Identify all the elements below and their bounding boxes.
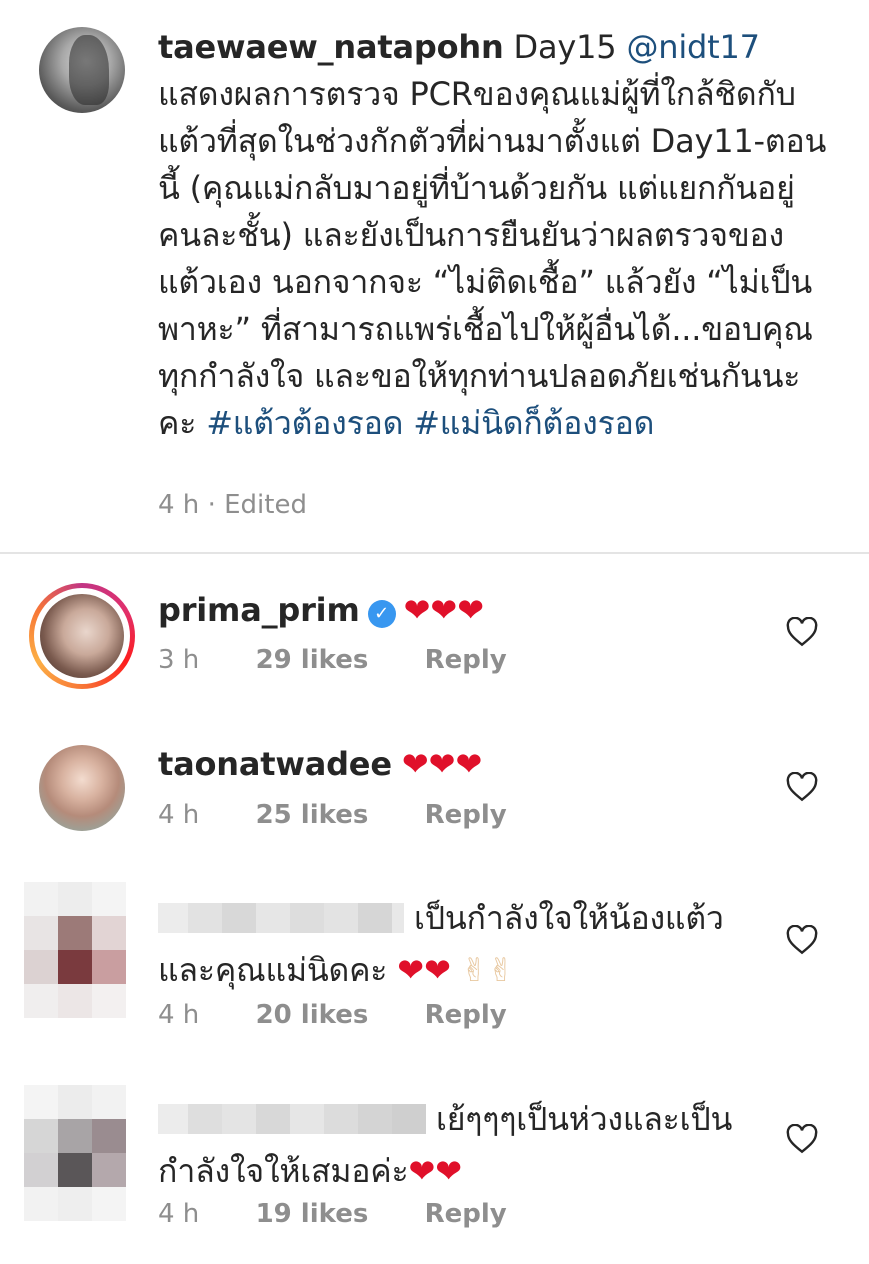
comment-hearts: ❤❤: [397, 951, 451, 989]
heart-outline-icon[interactable]: [786, 925, 818, 955]
heart-outline-icon[interactable]: [786, 1124, 818, 1154]
comment-username[interactable]: prima_prim: [158, 591, 360, 629]
comment-likes[interactable]: 29 likes: [256, 645, 369, 675]
avatar: [40, 594, 124, 678]
caption-day: Day15: [513, 28, 617, 66]
comment-meta: 3 h 29 likes Reply: [158, 645, 507, 675]
comment-meta: 4 h 19 likes Reply: [158, 1199, 507, 1229]
caption-body: แสดงผลการตรวจ PCRของคุณแม่ผู้ที่ใกล้ชิดก…: [158, 75, 827, 442]
hashtag-link-2[interactable]: #แม่นิดก็ต้องรอด: [413, 404, 654, 442]
comment-time: 4 h: [158, 1199, 200, 1229]
comment-hearts: ❤❤❤: [403, 591, 485, 629]
comment-line-1: เย้ๆๆๆเป็นห่วงและเป็น: [435, 1100, 733, 1138]
comment-text: เป็นกำลังใจให้น้องแต้ว และคุณแม่นิดคะ ❤❤…: [158, 892, 768, 996]
comment-time: 4 h: [158, 800, 200, 830]
reply-button[interactable]: Reply: [425, 645, 507, 675]
reply-button[interactable]: Reply: [425, 800, 507, 830]
caption-edited: Edited: [224, 490, 307, 520]
comment-hearts: ❤❤: [408, 1152, 463, 1190]
comment-text: taonatwadee ❤❤❤: [158, 738, 768, 790]
reply-button[interactable]: Reply: [425, 1000, 507, 1030]
divider: [0, 552, 869, 554]
caption-text: taewaew_natapohn Day15 @nidt17 แสดงผลการ…: [158, 24, 838, 447]
caption-separator: ·: [207, 490, 216, 520]
comment-line-1: เป็นกำลังใจให้น้องแต้ว: [413, 899, 724, 937]
comment-meta: 4 h 20 likes Reply: [158, 1000, 507, 1030]
username-redacted: [158, 896, 404, 933]
comment-username[interactable]: taonatwadee: [158, 745, 392, 783]
username-redacted: [158, 1097, 426, 1134]
caption-time: 4 h: [158, 490, 200, 520]
comment-time: 3 h: [158, 645, 200, 675]
caption-meta: 4 h · Edited: [158, 490, 307, 520]
heart-outline-icon[interactable]: [786, 772, 818, 802]
post-caption: taewaew_natapohn Day15 @nidt17 แสดงผลการ…: [0, 0, 869, 552]
comment-line-2: และคุณแม่นิดคะ: [158, 951, 388, 989]
comment-likes[interactable]: 20 likes: [256, 1000, 369, 1030]
comment-meta: 4 h 25 likes Reply: [158, 800, 507, 830]
comment-likes[interactable]: 25 likes: [256, 800, 369, 830]
avatar-pixelated[interactable]: [24, 1085, 126, 1221]
heart-outline-icon[interactable]: [786, 617, 818, 647]
avatar[interactable]: [39, 745, 125, 831]
caption-mention[interactable]: @nidt17: [626, 28, 760, 66]
comment-hearts: ❤❤❤: [401, 745, 483, 783]
avatar-pixelated[interactable]: [24, 882, 126, 1018]
caption-avatar[interactable]: [39, 27, 125, 113]
caption-username[interactable]: taewaew_natapohn: [158, 28, 504, 66]
reply-button[interactable]: Reply: [425, 1199, 507, 1229]
comment-line-2: กำลังใจให้เสมอค่ะ: [158, 1152, 409, 1190]
verified-badge-icon: ✓: [367, 600, 396, 628]
comment-text: เย้ๆๆๆเป็นห่วงและเป็น กำลังใจให้เสมอค่ะ❤…: [158, 1093, 768, 1197]
story-ring-avatar[interactable]: [29, 583, 135, 689]
hashtag-link-1[interactable]: #แต้วต้องรอด: [206, 404, 403, 442]
victory-hand-icon: ✌✌: [460, 951, 515, 989]
comment-text: prima_prim ✓ ❤❤❤: [158, 584, 768, 636]
comment-time: 4 h: [158, 1000, 200, 1030]
comment-likes[interactable]: 19 likes: [256, 1199, 369, 1229]
